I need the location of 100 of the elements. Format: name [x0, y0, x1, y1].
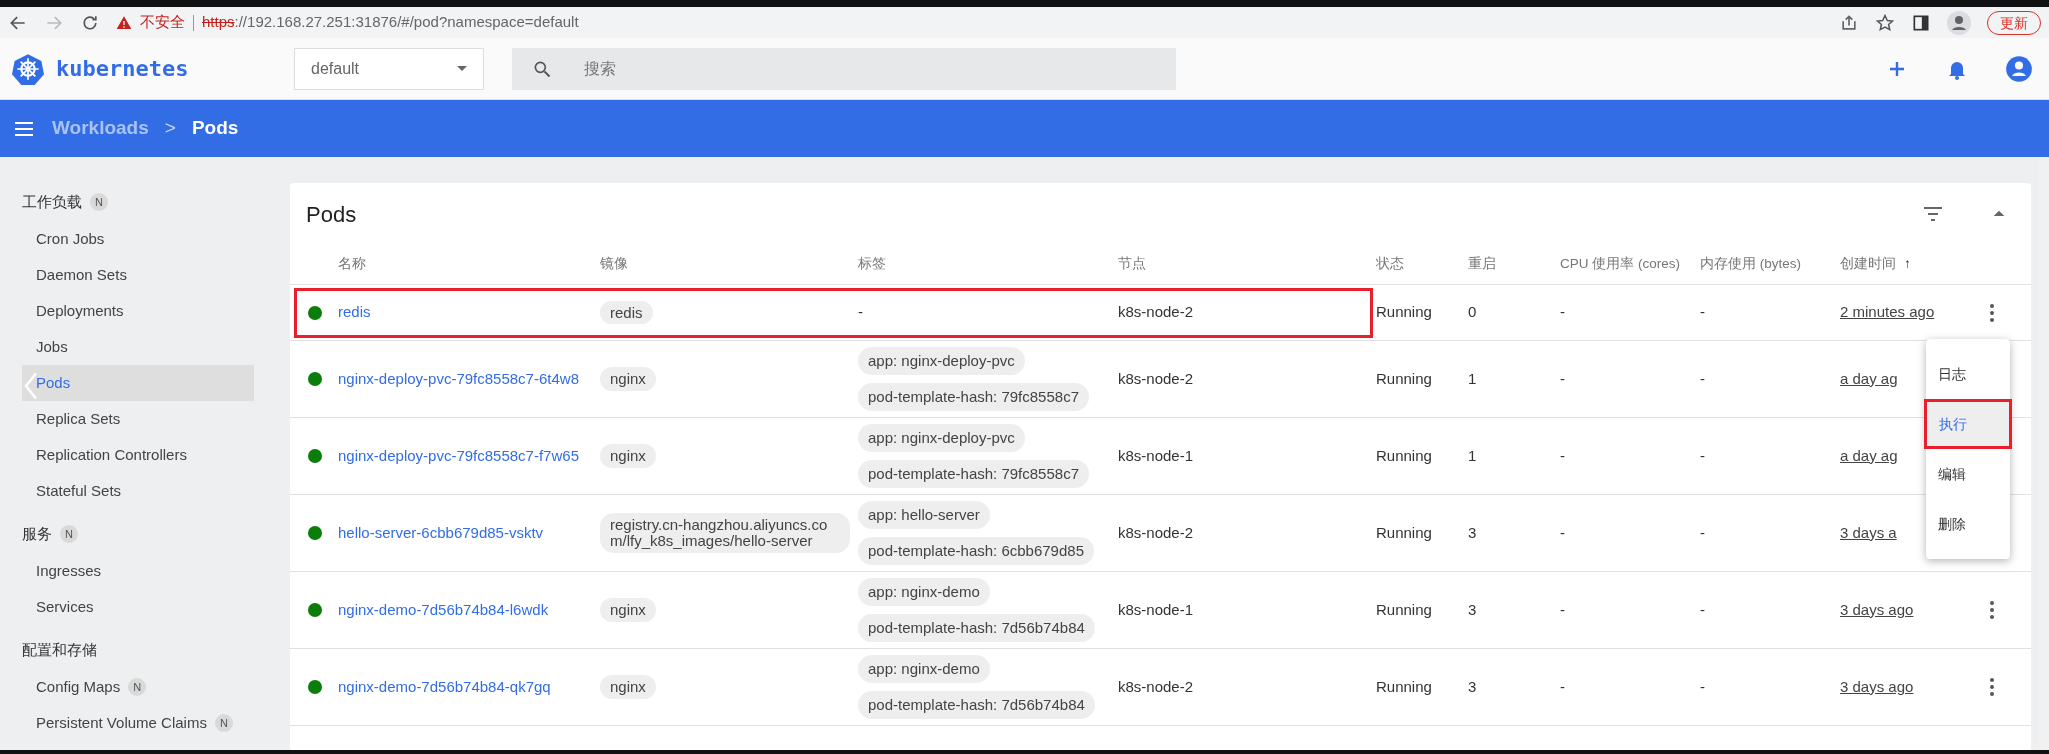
table-cell-text: -	[1700, 676, 1705, 697]
table-cell-text: Running	[1376, 368, 1432, 389]
table-cell-text: -	[1700, 445, 1705, 466]
pod-name-link[interactable]: nginx-deploy-pvc-79fc8558c7-f7w65	[338, 444, 579, 468]
table-cell-text: 1	[1468, 445, 1477, 466]
table-cell-text: -	[1560, 676, 1565, 697]
sort-indicator[interactable]: ↑	[1904, 254, 1911, 275]
menu-item[interactable]: 编辑	[1926, 449, 2010, 499]
table-cell-text: Running	[1376, 302, 1432, 323]
warning-icon	[116, 14, 132, 31]
table-cell-text: 0	[1468, 302, 1477, 323]
label-chip: pod-template-hash: 7d56b74b84	[858, 691, 1095, 719]
star-icon[interactable]	[1875, 12, 1895, 33]
label-chip: pod-template-hash: 79fc8558c7	[858, 383, 1089, 411]
column-header: 名称	[338, 256, 366, 273]
column-header[interactable]: 创建时间	[1840, 256, 1896, 273]
table-cell-text: 1	[1468, 368, 1477, 389]
menu-item[interactable]: 删除	[1926, 499, 2010, 549]
table-cell-text: -	[1560, 445, 1565, 466]
table-cell-text: k8s-node-2	[1118, 676, 1194, 697]
column-header: 重启	[1468, 256, 1496, 273]
created-time: a day ag	[1840, 368, 1898, 389]
label-chip: app: nginx-demo	[858, 578, 990, 606]
namespaced-badge: N	[128, 678, 147, 696]
pod-name-link[interactable]: nginx-demo-7d56b74b84-qk7gq	[338, 675, 551, 699]
namespaced-badge: N	[214, 714, 233, 732]
sidebar-section-title: 配置和存储	[22, 639, 97, 660]
image-chip: nginx	[600, 444, 656, 468]
table-cell-text: -	[1560, 302, 1565, 323]
created-time: 3 days ago	[1840, 676, 1914, 697]
created-time: 3 days ago	[1840, 599, 1914, 620]
search-field[interactable]: 搜索	[512, 47, 1176, 90]
helm-logo-icon	[12, 52, 44, 85]
label-chip: pod-template-hash: 6cbb679d85	[858, 537, 1094, 565]
label-chip: app: nginx-deploy-pvc	[858, 347, 1025, 375]
account-icon[interactable]	[2005, 54, 2033, 83]
column-header: 节点	[1118, 256, 1146, 273]
image-chip: nginx	[600, 367, 656, 391]
label-chip: app: hello-server	[858, 501, 990, 529]
sidebar-item[interactable]: Daemon Sets	[22, 257, 254, 293]
sidebar-item[interactable]: Replica Sets	[22, 401, 254, 437]
table-cell-text: k8s-node-2	[1118, 368, 1194, 389]
empty-value: -	[858, 302, 863, 323]
image-chip: redis	[600, 300, 653, 325]
namespace-select[interactable]: default	[294, 47, 484, 90]
sidebar-item[interactable]: Services	[22, 589, 254, 625]
table-cell-text: Running	[1376, 522, 1432, 543]
pod-name-link[interactable]: hello-server-6cbb679d85-vsktv	[338, 521, 544, 545]
created-time: 3 days a	[1840, 522, 1897, 543]
table-cell-text: k8s-node-2	[1118, 522, 1194, 543]
profile-icon[interactable]	[1947, 10, 1971, 35]
table-cell-text: -	[1700, 302, 1705, 323]
breadcrumb-current: Pods	[191, 116, 239, 141]
label-chip: app: nginx-deploy-pvc	[858, 424, 1025, 452]
table-cell-text: Running	[1376, 445, 1432, 466]
menu-item[interactable]: 日志	[1926, 349, 2010, 399]
address-bar[interactable]: https://192.168.27.251:31876/#/pod?namespace=default	[202, 11, 579, 34]
column-header: 镜像	[600, 256, 628, 273]
column-header: 内存使用 (bytes)	[1700, 256, 1801, 273]
namespaced-badge: N	[60, 525, 78, 543]
image-chip: registry.cn-hangzhou.aliyuncs.com/lfy_k8s_images/hello-server	[600, 513, 850, 553]
pod-name-link[interactable]: nginx-demo-7d56b74b84-l6wdk	[338, 598, 549, 622]
table-cell-text: Running	[1376, 676, 1432, 697]
table-cell-text: -	[1700, 522, 1705, 543]
table-cell-text: -	[1560, 599, 1565, 620]
sidebar-item[interactable]: Jobs	[22, 329, 254, 365]
sidebar-item[interactable]: Deployments	[22, 293, 254, 329]
sidebar-item[interactable]: Ingresses	[22, 553, 254, 589]
label-chip: pod-template-hash: 7d56b74b84	[858, 614, 1095, 642]
sidebar-item[interactable]: Stateful Sets	[22, 473, 254, 509]
column-header: 状态	[1376, 256, 1404, 273]
created-time: a day ag	[1840, 445, 1898, 466]
card-title: Pods	[306, 200, 358, 229]
breadcrumb-separator: >	[164, 116, 176, 141]
sidebar-section-title: 工作负载	[22, 191, 82, 212]
pod-name-link[interactable]: nginx-deploy-pvc-79fc8558c7-6t4w8	[338, 367, 579, 391]
image-chip: nginx	[600, 598, 656, 622]
column-header: CPU 使用率 (cores)	[1560, 256, 1680, 273]
logo-text: kubernetes	[56, 55, 189, 83]
table-cell-text: k8s-node-1	[1118, 445, 1194, 466]
sidebar-item[interactable]: Config Maps	[22, 669, 121, 705]
menu-item[interactable]: 执行	[1924, 399, 2012, 449]
sidebar-section-title: 服务	[22, 523, 52, 544]
sidebar-item[interactable]: Pods	[22, 365, 254, 401]
label-chip: pod-template-hash: 79fc8558c7	[858, 460, 1089, 488]
sidebar-item[interactable]: Cron Jobs	[22, 221, 254, 257]
table-cell-text: Running	[1376, 599, 1432, 620]
created-time: 2 minutes ago	[1840, 302, 1935, 323]
label-chip: app: nginx-demo	[858, 655, 990, 683]
sidebar-item[interactable]: Persistent Volume Claims	[22, 705, 207, 741]
pod-name-link[interactable]: redis	[338, 301, 371, 324]
table-cell-text: -	[1700, 599, 1705, 620]
image-chip: nginx	[600, 675, 656, 699]
table-cell-text: 3	[1468, 599, 1477, 620]
namespaced-badge: N	[90, 193, 108, 211]
sidebar-item[interactable]: Replication Controllers	[22, 437, 254, 473]
table-cell-text: 3	[1468, 522, 1477, 543]
table-cell-text: k8s-node-2	[1118, 302, 1194, 323]
security-warning: 不安全	[140, 12, 185, 33]
column-header: 标签	[858, 256, 886, 273]
